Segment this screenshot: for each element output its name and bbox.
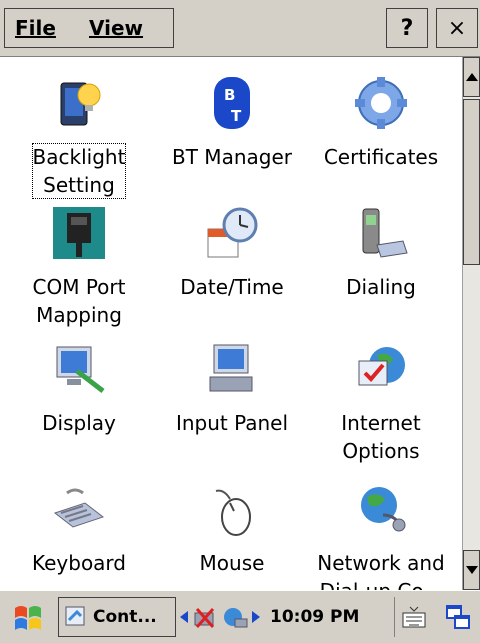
item-keyboard[interactable]: Keyboard xyxy=(4,481,154,577)
scroll-down-button[interactable] xyxy=(463,550,480,590)
svg-text:T: T xyxy=(231,107,242,125)
display-label: Display xyxy=(42,411,116,435)
label-line-2: Options xyxy=(342,439,420,463)
sync-status-icon[interactable] xyxy=(221,603,249,631)
internet-options-label: Internet Options xyxy=(306,409,456,465)
help-button-label: ? xyxy=(400,15,414,41)
control-panel-task-button[interactable]: Cont... xyxy=(58,597,176,637)
label-line-2: Setting xyxy=(43,173,115,197)
display-icon xyxy=(56,346,105,393)
taskbar: Cont... 10:09 PM xyxy=(0,590,480,643)
network-dialup-label: Network and Dial-up Co... xyxy=(306,549,456,590)
dialing-icon xyxy=(362,208,408,258)
item-certificates[interactable]: Certificates xyxy=(306,75,456,171)
view-menu-label: View xyxy=(89,16,144,40)
certificates-icon xyxy=(355,77,407,129)
keyboard-tray-icon xyxy=(402,606,425,628)
com-port-mapping-label: COM Port Mapping xyxy=(4,273,154,329)
label-line-1: Network and xyxy=(317,551,445,575)
keyboard-icon xyxy=(53,488,105,528)
item-backlight-setting[interactable]: Backlight Setting xyxy=(4,75,154,199)
input-panel-toggle[interactable] xyxy=(394,597,432,637)
network-icon xyxy=(361,487,406,532)
windows-switch-icon xyxy=(446,605,470,629)
mouse-label: Mouse xyxy=(199,551,265,575)
view-menu[interactable]: View xyxy=(89,16,143,40)
scroll-up-button[interactable] xyxy=(463,57,480,97)
bt-manager-label: BT Manager xyxy=(172,145,292,169)
dialing-label: Dialing xyxy=(346,275,416,299)
scroll-up-icon xyxy=(465,73,478,81)
label-line-1: Backlight xyxy=(32,145,126,169)
item-dialing[interactable]: Dialing xyxy=(306,205,456,301)
network-disconnected-icon[interactable] xyxy=(191,603,219,631)
menu-bar: File View ? × xyxy=(0,0,480,57)
com-port-icon xyxy=(53,207,105,259)
item-date-time[interactable]: Date/Time xyxy=(157,205,307,301)
item-internet-options[interactable]: Internet Options xyxy=(306,341,456,465)
label-line-1: COM Port xyxy=(32,275,126,299)
mouse-icon xyxy=(215,489,251,536)
control-panel-icon xyxy=(65,606,85,626)
input-panel-icon xyxy=(209,344,253,392)
date-time-icon xyxy=(207,207,258,258)
menu-container: File View xyxy=(4,8,174,48)
label-line-1: Internet xyxy=(341,411,421,435)
tray-left-arrow-icon[interactable] xyxy=(180,611,188,623)
svg-text:B: B xyxy=(224,86,235,104)
file-menu-label: File xyxy=(15,16,56,40)
label-line-2: Mapping xyxy=(36,303,122,327)
item-com-port-mapping[interactable]: COM Port Mapping xyxy=(4,205,154,329)
window-switch-button[interactable] xyxy=(440,597,476,637)
backlight-icon xyxy=(60,82,101,126)
control-panel-view: Backlight Setting B T BT Manager Certifi… xyxy=(0,57,462,590)
tray-right-arrow-icon[interactable] xyxy=(251,611,260,623)
item-bt-manager[interactable]: B T BT Manager xyxy=(157,75,307,171)
task-button-label: Cont... xyxy=(93,607,157,627)
close-icon: × xyxy=(447,15,467,41)
notification-tray xyxy=(180,597,260,637)
item-network-dialup[interactable]: Network and Dial-up Co... xyxy=(306,481,456,590)
scroll-thumb[interactable] xyxy=(463,99,480,265)
backlight-setting-label: Backlight Setting xyxy=(31,143,127,199)
item-input-panel[interactable]: Input Panel xyxy=(157,341,307,437)
bt-manager-icon: B T xyxy=(214,77,250,129)
file-menu[interactable]: File xyxy=(15,16,56,40)
keyboard-label: Keyboard xyxy=(31,551,126,575)
internet-options-icon xyxy=(358,347,405,386)
help-button[interactable]: ? xyxy=(386,8,428,48)
windows-flag-icon xyxy=(15,606,41,630)
close-button[interactable]: × xyxy=(436,8,478,48)
scroll-down-icon xyxy=(465,566,478,574)
vertical-scrollbar[interactable] xyxy=(462,57,480,590)
item-display[interactable]: Display xyxy=(4,341,154,437)
clock[interactable]: 10:09 PM xyxy=(270,597,386,637)
date-time-label: Date/Time xyxy=(180,275,284,299)
item-mouse[interactable]: Mouse xyxy=(157,481,307,577)
input-panel-label: Input Panel xyxy=(175,411,289,435)
start-button[interactable] xyxy=(6,597,50,637)
label-line-2: Dial-up Co... xyxy=(320,579,443,590)
certificates-label: Certificates xyxy=(323,145,439,169)
